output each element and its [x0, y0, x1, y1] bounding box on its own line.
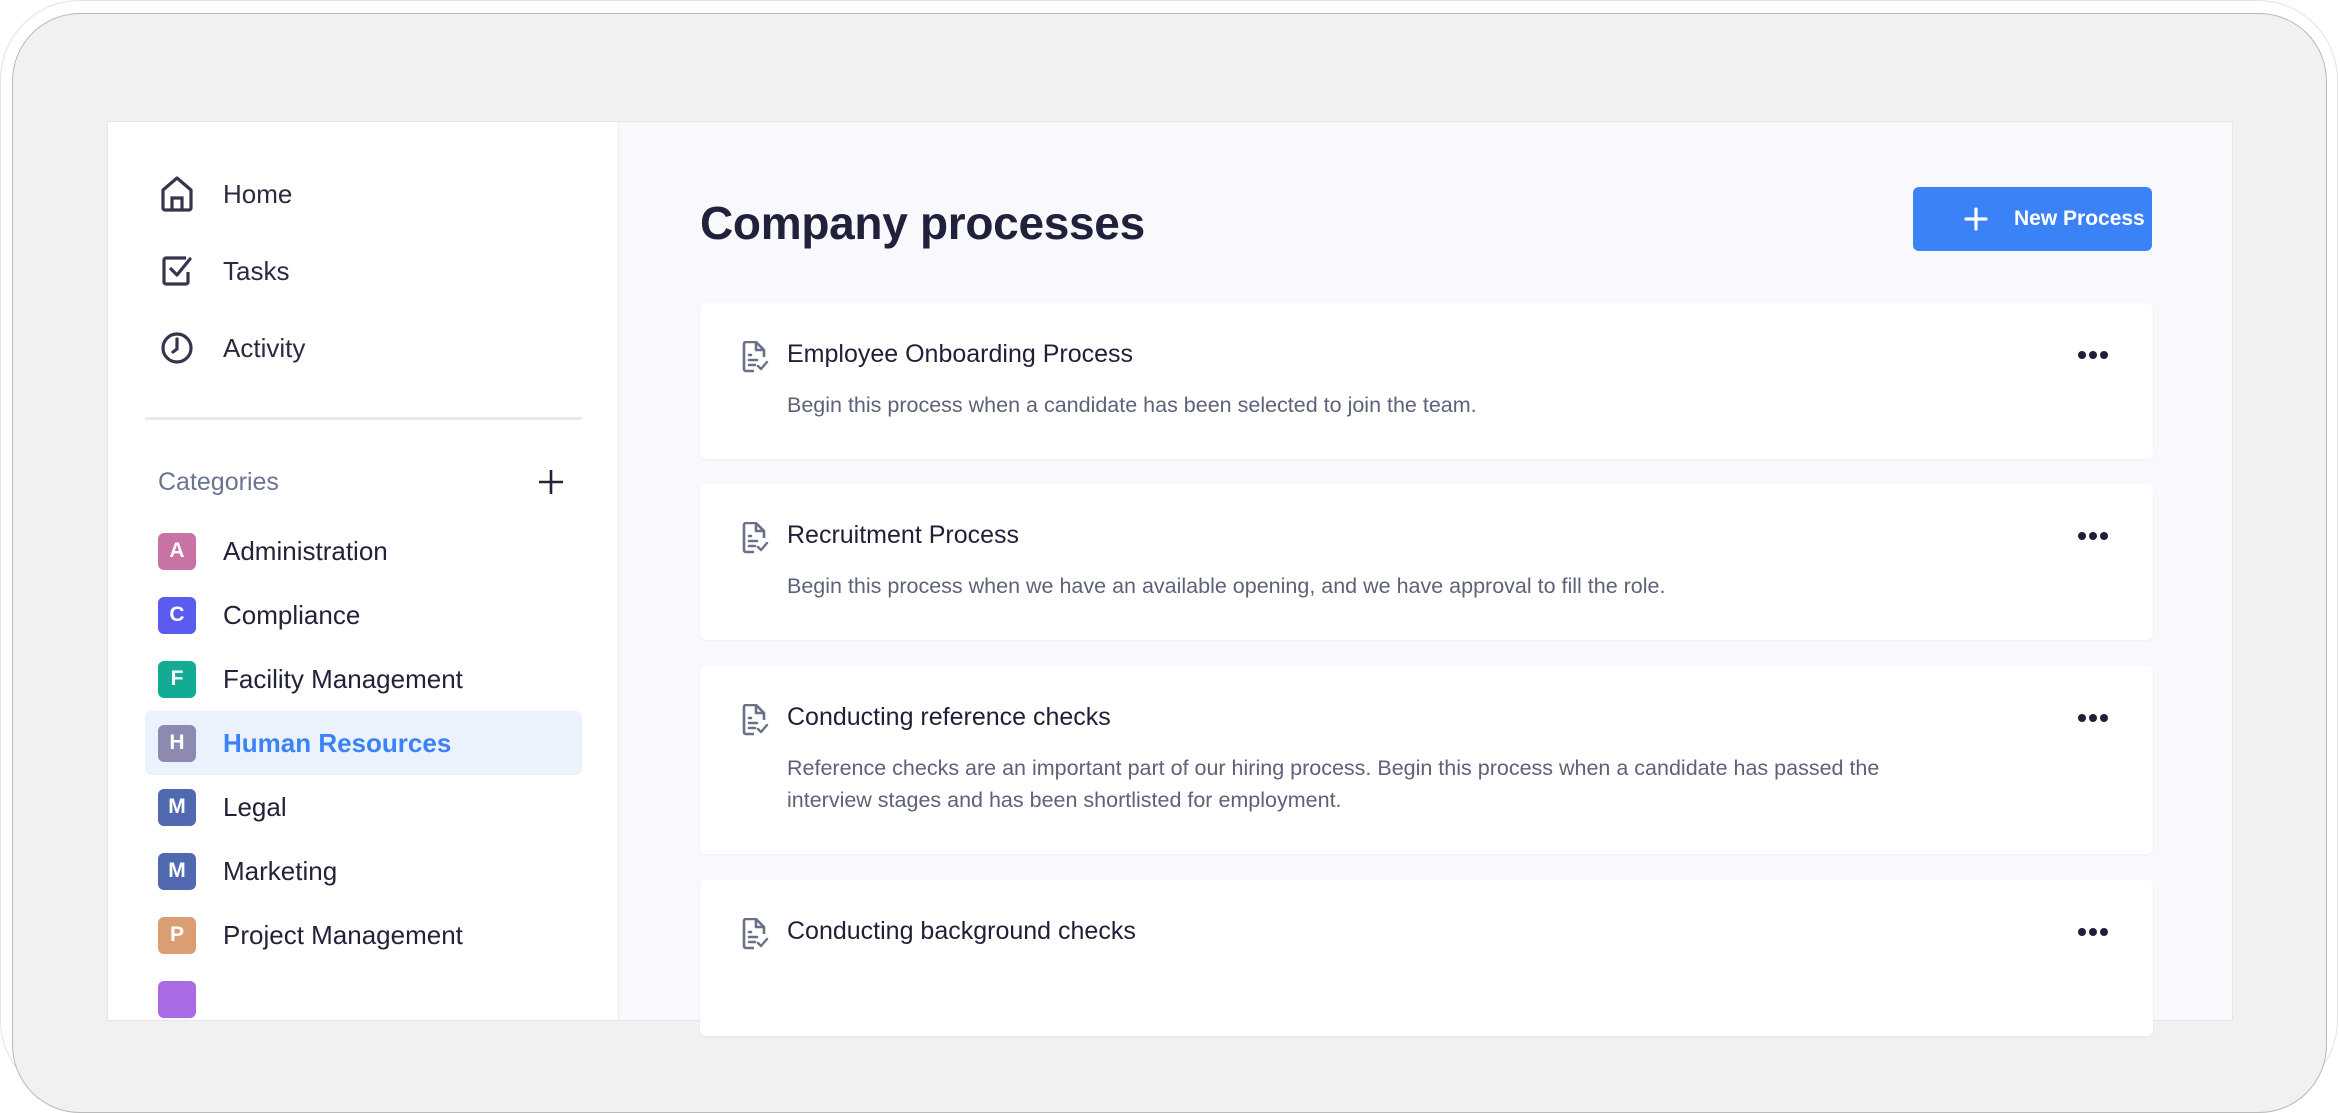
clock-icon [158, 329, 196, 367]
category-badge: A [158, 532, 196, 570]
process-card[interactable]: Employee Onboarding Process Begin this p… [700, 303, 2153, 459]
nav-item-tasks[interactable]: Tasks [158, 247, 289, 295]
new-process-button[interactable]: New Process [1913, 187, 2152, 251]
home-icon [158, 175, 196, 213]
process-description: Begin this process when a candidate has … [787, 393, 1477, 417]
category-badge: M [158, 788, 196, 826]
category-item-marketing[interactable]: M Marketing [145, 839, 582, 903]
document-check-icon [740, 917, 770, 950]
category-badge: P [158, 916, 196, 954]
process-title: Employee Onboarding Process [787, 340, 1134, 368]
category-item-human-resources[interactable]: H Human Resources [145, 711, 582, 775]
category-item-administration[interactable]: A Administration [145, 519, 582, 583]
category-badge: F [158, 660, 196, 698]
category-item-facility-management[interactable]: F Facility Management [145, 647, 582, 711]
more-options-icon[interactable] [2075, 706, 2111, 730]
page-title: Company processes [700, 197, 1145, 249]
categories-title: Categories [158, 467, 279, 496]
plus-icon [1963, 206, 1989, 232]
nav-label: Tasks [223, 255, 290, 286]
more-options-icon[interactable] [2075, 524, 2111, 548]
process-card[interactable]: Recruitment Process Begin this process w… [700, 484, 2153, 640]
category-badge: C [158, 596, 196, 634]
new-process-label: New Process [2014, 207, 2145, 230]
nav-label: Home [223, 178, 293, 209]
category-label: Administration [223, 535, 388, 566]
document-check-icon [740, 521, 770, 554]
category-item-project-management[interactable]: P Project Management [145, 903, 582, 967]
plus-icon [539, 470, 563, 494]
process-card[interactable]: Conducting background checks [700, 880, 2153, 1036]
category-badge: M [158, 852, 196, 890]
add-category-button[interactable] [534, 465, 568, 499]
category-label: Project Management [223, 919, 463, 950]
category-badge [158, 980, 196, 1018]
category-badge: H [158, 724, 196, 762]
process-title: Conducting reference checks [787, 703, 1111, 731]
process-description: Reference checks are an important part o… [787, 756, 1880, 812]
nav-item-home[interactable]: Home [158, 170, 292, 218]
process-title: Recruitment Process [787, 521, 1020, 549]
checkbox-icon [158, 252, 196, 290]
category-label: Human Resources [223, 727, 452, 758]
categories-header: Categories [158, 462, 568, 502]
main-content: Company processes New Process Employee O… [619, 122, 2232, 1036]
category-item-legal[interactable]: M Legal [145, 775, 582, 839]
category-label: Marketing [223, 855, 338, 886]
process-title: Conducting background checks [787, 917, 1136, 945]
more-options-icon[interactable] [2075, 343, 2111, 367]
category-label: Legal [223, 791, 287, 822]
document-check-icon [740, 340, 770, 373]
more-options-icon[interactable] [2075, 920, 2111, 944]
document-check-icon [740, 703, 770, 736]
sidebar: Home Tasks Activity Categories A Adminis… [108, 122, 619, 1020]
process-description: Begin this process when we have an avail… [787, 574, 1666, 598]
nav-label: Activity [223, 332, 306, 363]
process-card[interactable]: Conducting reference checks Reference ch… [700, 666, 2153, 854]
app-window: Home Tasks Activity Categories A Adminis… [107, 121, 2233, 1036]
sidebar-divider [145, 417, 582, 420]
category-item-partial[interactable] [145, 967, 582, 1031]
category-label: Facility Management [223, 663, 463, 694]
category-label: Compliance [223, 599, 361, 630]
nav-item-activity[interactable]: Activity [158, 324, 305, 372]
category-item-compliance[interactable]: C Compliance [145, 583, 582, 647]
